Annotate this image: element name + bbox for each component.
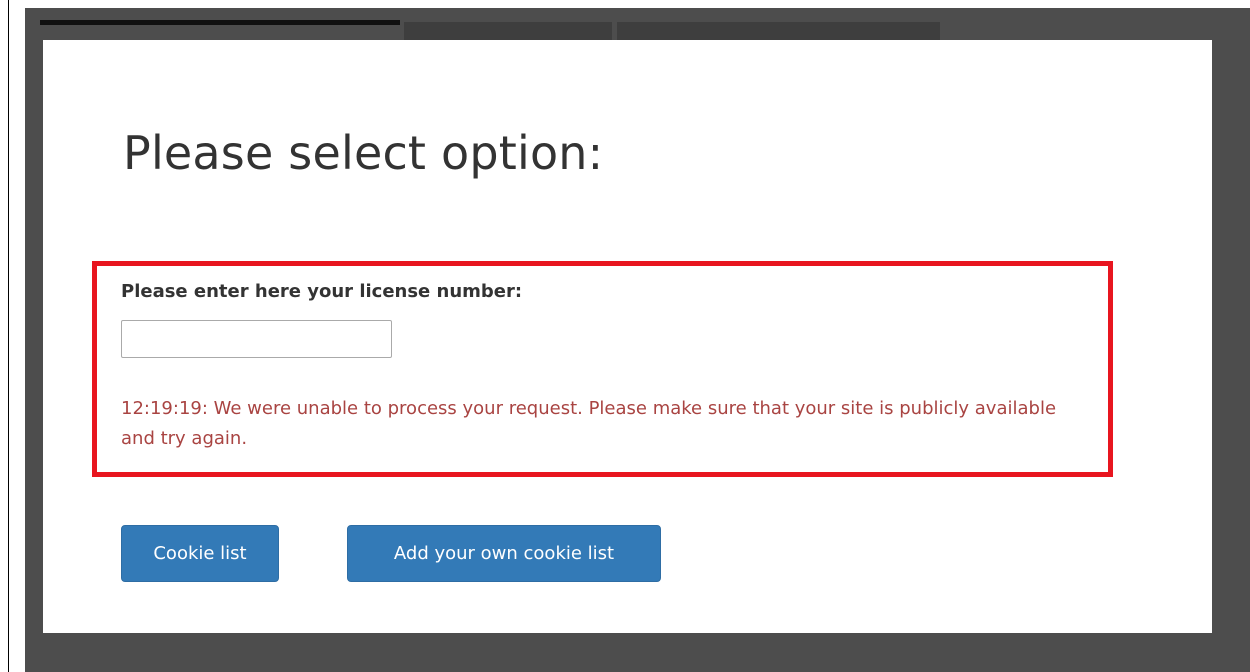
left-border-line xyxy=(8,0,9,672)
add-own-cookie-list-button[interactable]: Add your own cookie list xyxy=(347,525,661,582)
screenshot-frame: Please select option: Please enter here … xyxy=(0,0,1250,672)
tab-third[interactable] xyxy=(617,22,940,40)
tab-second[interactable] xyxy=(404,22,612,40)
option-dialog: Please select option: Please enter here … xyxy=(43,40,1212,633)
license-number-label: Please enter here your license number: xyxy=(121,281,523,302)
cookie-list-button[interactable]: Cookie list xyxy=(121,525,279,582)
error-message: 12:19:19: We were unable to process your… xyxy=(121,398,1057,449)
tab-active[interactable] xyxy=(40,25,400,40)
dialog-title: Please select option: xyxy=(123,126,604,180)
license-number-input[interactable] xyxy=(121,320,392,358)
